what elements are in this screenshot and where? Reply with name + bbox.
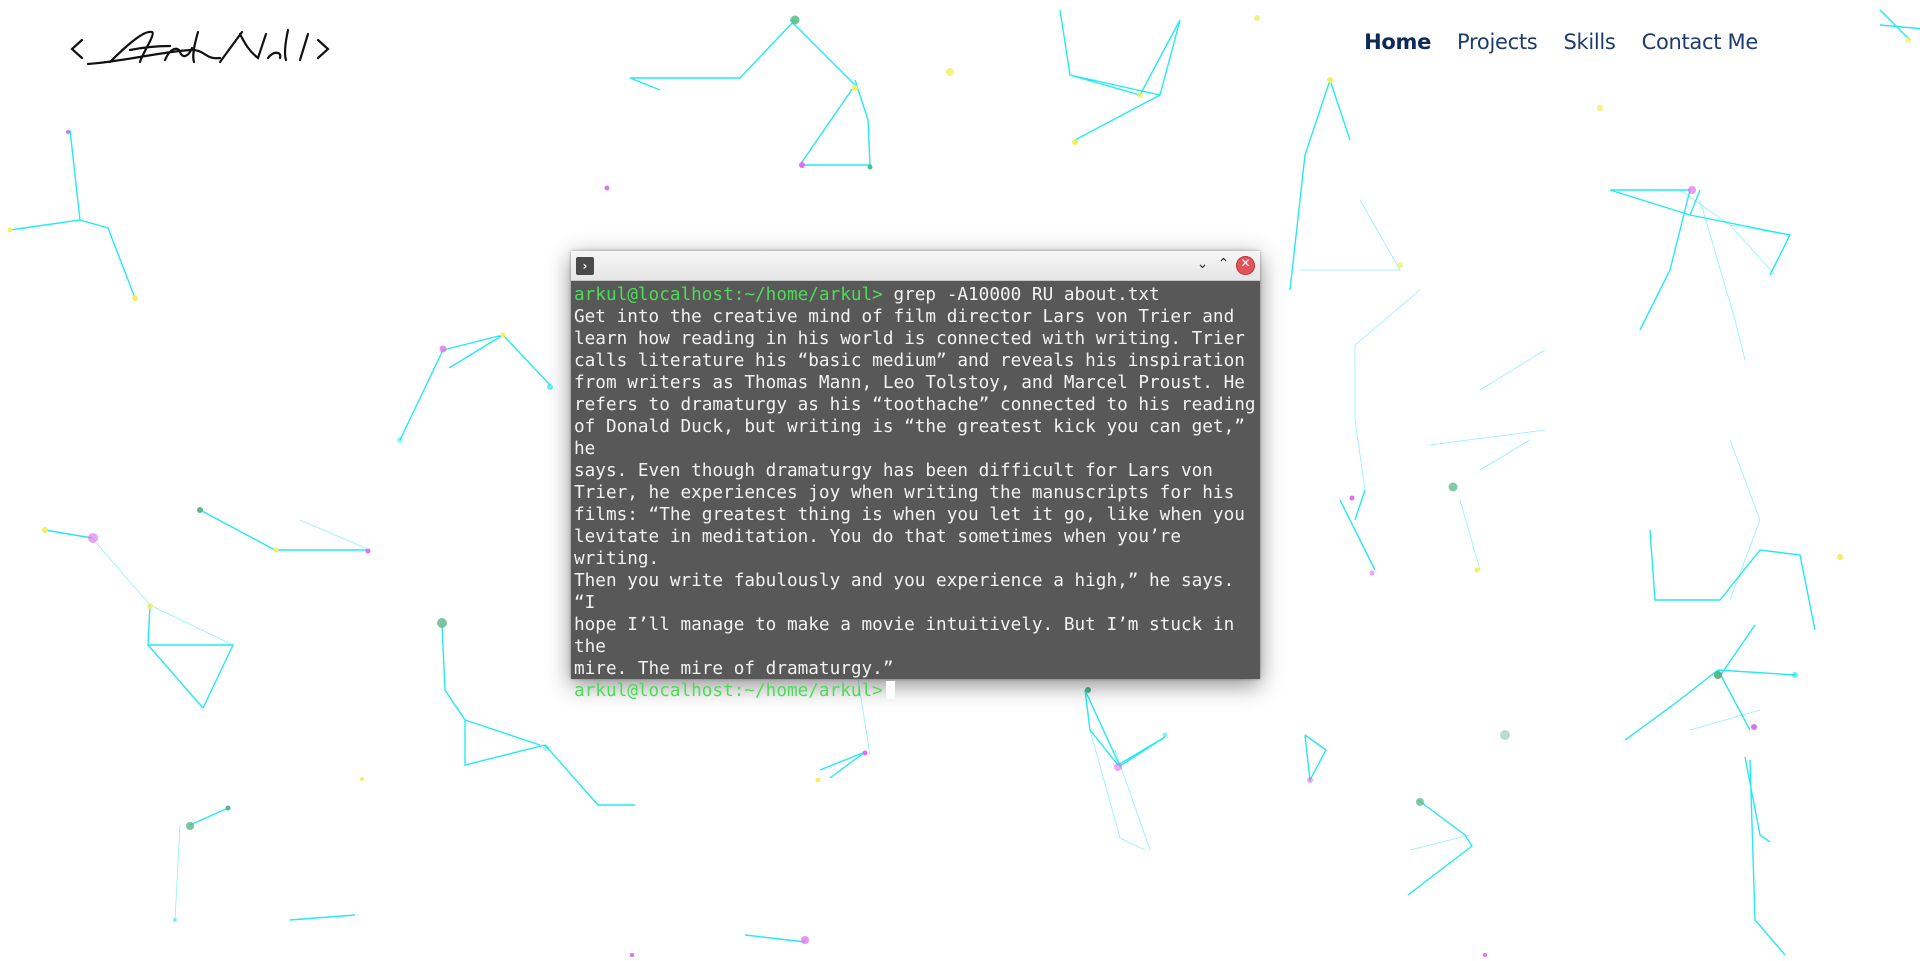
output-line: learn how reading in his world is connec…: [574, 329, 1245, 349]
text-cursor: [885, 681, 895, 699]
output-line: mire. The mire of dramaturgy.”: [574, 659, 894, 679]
output-line: films: “The greatest thing is when you l…: [574, 505, 1245, 525]
output-line: Trier, he experiences joy when writing t…: [574, 483, 1235, 503]
terminal-window[interactable]: › ⌄ ⌃ ✕ arkul@localhost:~/home/arkul> gr…: [571, 251, 1260, 701]
shell-prompt: arkul@localhost:~/home/arkul>: [574, 285, 883, 305]
terminal-titlebar[interactable]: › ⌄ ⌃ ✕: [571, 251, 1260, 281]
output-line: Get into the creative mind of film direc…: [574, 307, 1235, 327]
nav-skills-link[interactable]: Skills: [1563, 30, 1615, 54]
chevron-down-icon[interactable]: ⌄: [1193, 256, 1212, 275]
output-line: calls literature his “basic medium” and …: [574, 351, 1245, 371]
nav-contact-link[interactable]: Contact Me: [1642, 30, 1759, 54]
nav-projects-link[interactable]: Projects: [1457, 30, 1538, 54]
output-line: levitate in meditation. You do that some…: [574, 527, 1192, 569]
chevron-up-icon[interactable]: ⌃: [1214, 256, 1233, 275]
signature-logo[interactable]: [70, 22, 330, 74]
command-line: arkul@localhost:~/home/arkul> grep -A100…: [574, 284, 1260, 306]
output-line: Then you write fabulously and you experi…: [574, 571, 1245, 613]
output-line: from writers as Thomas Mann, Leo Tolstoy…: [574, 373, 1245, 393]
output-line: hope I’ll manage to make a movie intuiti…: [574, 615, 1245, 657]
output-line: says. Even though dramaturgy has been di…: [574, 461, 1213, 481]
terminal-output[interactable]: arkul@localhost:~/home/arkul> grep -A100…: [571, 281, 1260, 702]
main-nav: Home Projects Skills Contact Me: [1338, 30, 1758, 54]
close-icon[interactable]: ✕: [1236, 256, 1255, 275]
terminal-icon: ›: [576, 257, 594, 275]
nav-home-link[interactable]: Home: [1364, 30, 1431, 54]
shell-command: grep -A10000 RU about.txt: [893, 285, 1160, 305]
output-line: of Donald Duck, but writing is “the grea…: [574, 417, 1256, 459]
shell-prompt: arkul@localhost:~/home/arkul>: [574, 681, 883, 701]
prompt-line: arkul@localhost:~/home/arkul>: [574, 680, 1260, 702]
output-line: refers to dramaturgy as his “toothache” …: [574, 395, 1256, 415]
